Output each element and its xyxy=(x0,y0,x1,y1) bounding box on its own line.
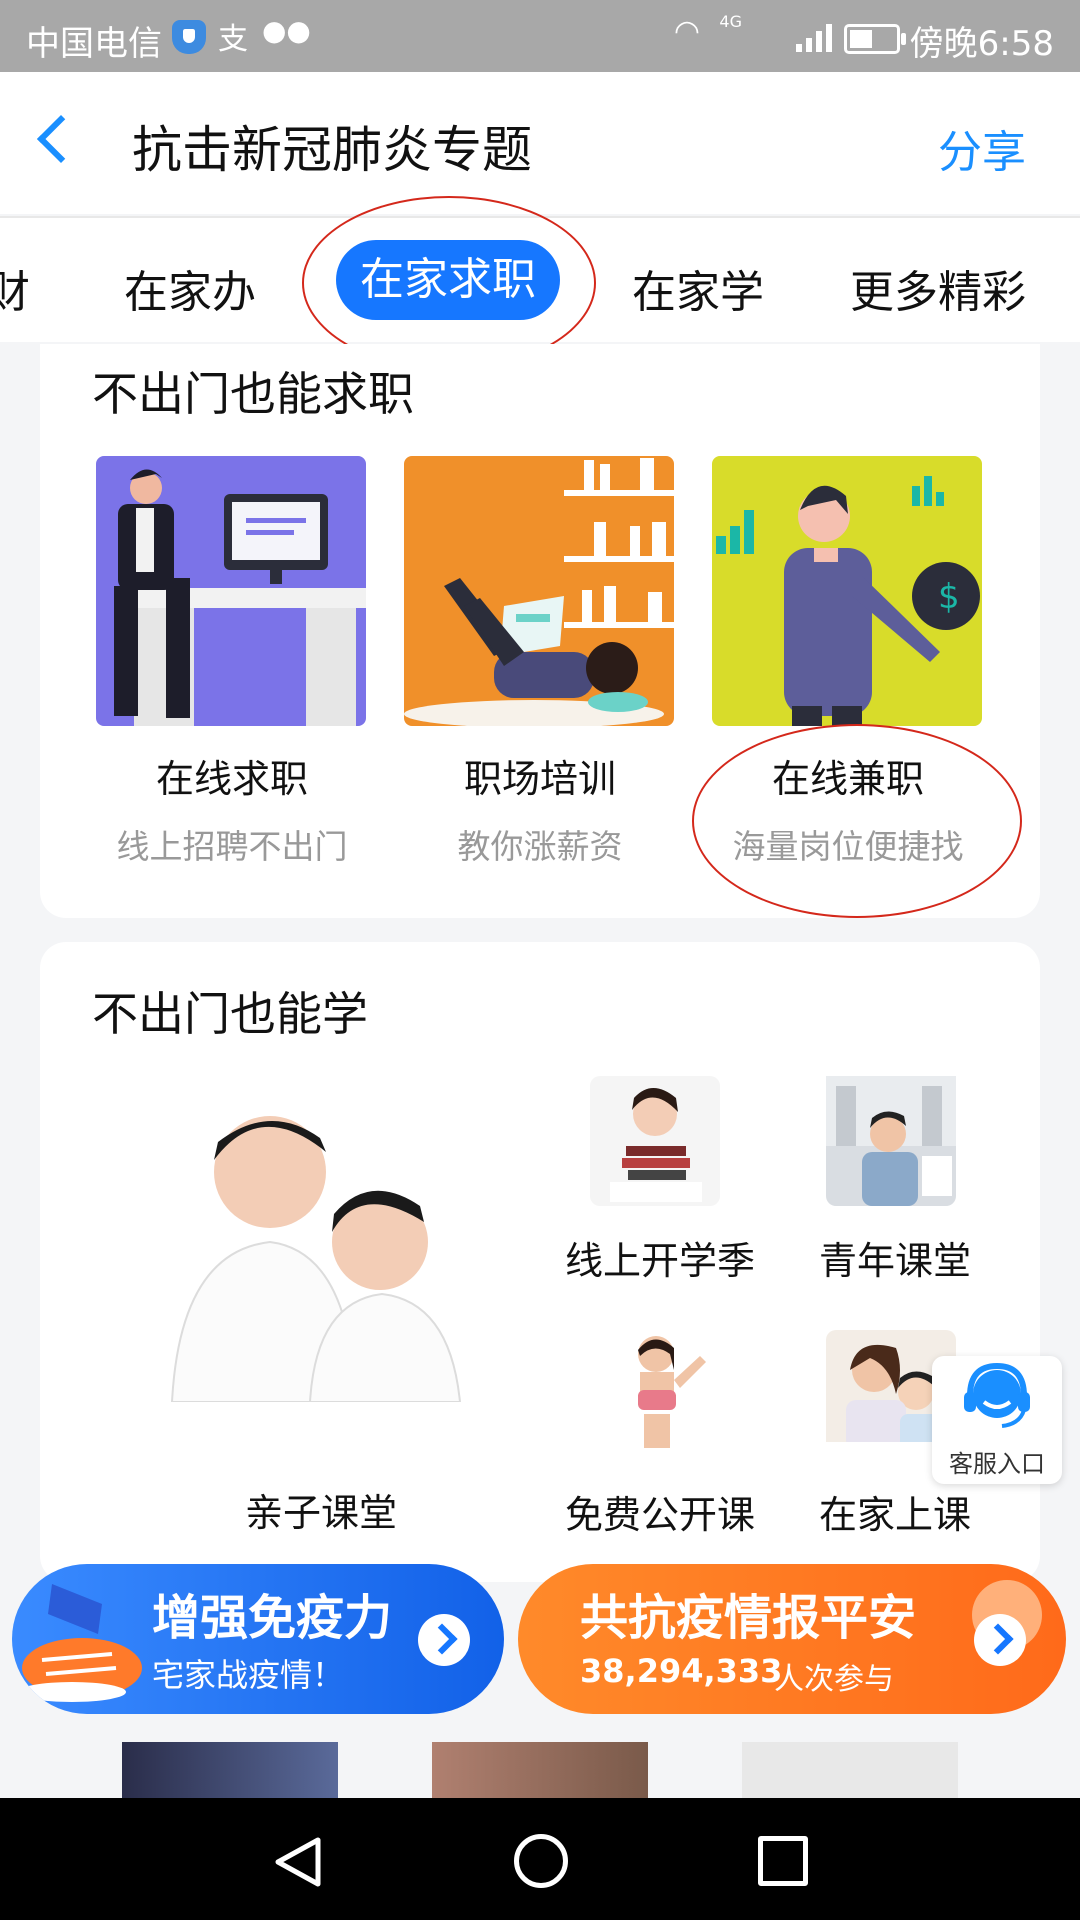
job-training-image[interactable] xyxy=(404,456,674,726)
other-thumbnail[interactable] xyxy=(742,1742,958,1798)
tab-work-from-home[interactable]: 在家办 xyxy=(124,256,256,320)
customer-service-label: 客服入口 xyxy=(949,1450,1045,1478)
tile-label[interactable]: 亲子课堂 xyxy=(146,1482,496,1537)
customer-service-button[interactable]: 客服入口 xyxy=(932,1356,1062,1484)
section-title: 不出门也能求职 xyxy=(92,367,414,421)
report-safety-banner[interactable]: 共抗疫情报平安 38,294,333 人次参与 xyxy=(518,1564,1066,1714)
section-title: 不出门也能学 xyxy=(92,987,368,1041)
network-type: 4G xyxy=(719,12,742,31)
immunity-banner[interactable]: 增强免疫力 宅家战疫情！ xyxy=(12,1564,504,1714)
battery-icon xyxy=(844,24,906,54)
banner-title: 增强免疫力 xyxy=(152,1590,393,1646)
tile-label[interactable]: 线上开学季 xyxy=(560,1230,760,1285)
carrier-label: 中国电信 xyxy=(26,24,162,64)
tile-subtitle: 教你涨薪资 xyxy=(457,827,623,866)
tab-more[interactable]: 更多精彩 xyxy=(850,256,1026,320)
slipper-icon xyxy=(18,1584,142,1702)
tile-label[interactable]: 在家上课 xyxy=(800,1484,990,1539)
youth-class-image[interactable] xyxy=(826,1076,956,1206)
parent-child-image[interactable] xyxy=(120,1102,520,1403)
share-button[interactable]: 分享 xyxy=(938,116,1026,180)
signal-icon xyxy=(796,22,836,52)
tab-study[interactable]: 在家学 xyxy=(632,256,764,320)
school-season-image[interactable] xyxy=(590,1076,720,1206)
tile-label[interactable]: 职场培训 xyxy=(404,748,676,803)
recents-nav-icon[interactable] xyxy=(758,1836,808,1886)
tab-finance[interactable]: 财 xyxy=(0,256,30,320)
part-time-job-image[interactable]: $ xyxy=(712,456,982,726)
back-nav-icon[interactable] xyxy=(270,1834,326,1890)
wifi-icon: ◠ xyxy=(673,14,700,49)
game-thumbnail[interactable] xyxy=(122,1742,338,1798)
banner-title: 共抗疫情报平安 xyxy=(580,1590,917,1646)
back-icon[interactable] xyxy=(36,114,86,164)
headset-icon xyxy=(964,1362,1030,1428)
navigation-bar xyxy=(0,1798,1080,1920)
learn-card: 不出门也能学 亲子课堂 线上开学季 青年课堂 免费公开课 在家上课 xyxy=(40,942,1040,1582)
participant-count: 38,294,333 xyxy=(580,1652,783,1690)
chevron-right-icon xyxy=(974,1614,1026,1666)
tile-label[interactable]: 在线求职 xyxy=(96,748,368,803)
open-course-image[interactable] xyxy=(590,1330,720,1460)
home-nav-icon[interactable] xyxy=(514,1834,568,1888)
shield-icon xyxy=(172,20,206,54)
tile-subtitle: 线上招聘不出门 xyxy=(116,827,348,866)
tile-label[interactable]: 免费公开课 xyxy=(560,1484,760,1539)
page-title: 抗击新冠肺炎专题 xyxy=(132,121,532,179)
svg-text:$: $ xyxy=(938,577,960,617)
chevron-right-icon xyxy=(418,1614,470,1666)
banner-subtitle: 宅家战疫情！ xyxy=(152,1656,345,1694)
wechat-icon: ●● xyxy=(262,14,311,47)
alipay-icon: 支 xyxy=(218,22,248,57)
highlight-ring xyxy=(692,724,1022,918)
clock: 傍晚6:58 xyxy=(909,24,1054,64)
video-thumbnail[interactable] xyxy=(432,1742,648,1798)
status-bar: 中国电信 支 ●● ◠ 4G 傍晚6:58 xyxy=(0,0,1080,72)
title-bar: 抗击新冠肺炎专题 分享 xyxy=(0,72,1080,214)
participant-suffix: 人次参与 xyxy=(774,1662,894,1697)
tile-label[interactable]: 青年课堂 xyxy=(800,1230,990,1285)
online-job-image[interactable] xyxy=(96,456,366,726)
